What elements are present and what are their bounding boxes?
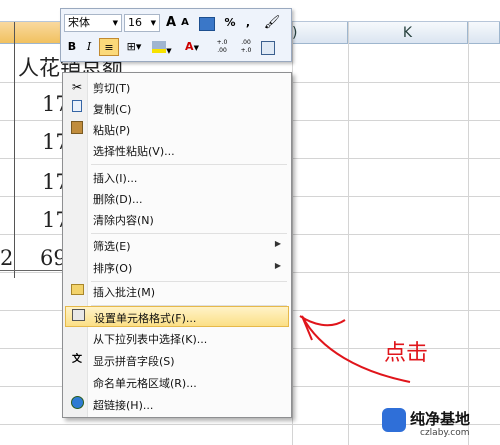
menu-item-paste-special[interactable]: 选择性粘贴(V)...: [65, 140, 289, 161]
column-header-l[interactable]: [468, 22, 500, 44]
menu-item-insert[interactable]: 插入(I)...: [65, 167, 289, 188]
menu-item-format-cells[interactable]: 设置单元格格式(F)...: [65, 306, 289, 327]
menu-item-label: 排序(O): [93, 262, 133, 275]
italic-button[interactable]: I: [82, 38, 96, 56]
comma-button[interactable]: ,: [241, 14, 255, 32]
fill-color-icon: [152, 41, 167, 53]
chevron-down-icon: ▼: [112, 19, 118, 27]
menu-item-pick-from-list[interactable]: 从下拉列表中选择(K)...: [65, 328, 289, 349]
mini-toolbar: 宋体 ▼ 16 ▼ A A % , 🖌 B I ≡ ⊞▾ ▼ A▼ +.0 .00 …: [60, 8, 292, 62]
menu-item-label: 清除内容(N): [93, 214, 154, 227]
font-name-select[interactable]: 宋体 ▼: [64, 14, 122, 32]
chevron-down-icon: ▼: [193, 44, 199, 52]
merge-center-icon: [261, 41, 275, 55]
context-menu: ✂ 剪切(T) 复制(C) 粘贴(P) 选择性粘贴(V)... 插入(I)...…: [62, 72, 292, 418]
menu-item-hyperlink[interactable]: 超链接(H)...: [65, 394, 289, 415]
format-painter-button[interactable]: 🖌: [261, 14, 283, 32]
font-color-button[interactable]: A▼: [179, 38, 205, 56]
submenu-arrow-icon: ▶: [274, 261, 281, 270]
column-header-k[interactable]: K: [348, 22, 468, 44]
merge-cells-button[interactable]: [259, 38, 277, 56]
decrease-decimal-button[interactable]: .00 +.0: [235, 38, 257, 57]
menu-item-insert-comment[interactable]: 插入批注(M): [65, 281, 289, 302]
borders-button[interactable]: ⊞▾: [123, 38, 145, 56]
menu-item-cut[interactable]: ✂ 剪切(T): [65, 77, 289, 98]
bold-button[interactable]: B: [64, 38, 80, 56]
font-size-value: 16: [128, 16, 142, 29]
watermark-logo: [382, 408, 406, 432]
comment-icon: [69, 283, 85, 299]
menu-item-label: 设置单元格格式(F)...: [94, 312, 197, 325]
menu-item-paste[interactable]: 粘贴(P): [65, 119, 289, 140]
menu-item-label: 粘贴(P): [93, 124, 131, 137]
menu-item-label: 删除(D)...: [93, 193, 143, 206]
menu-separator: [91, 164, 287, 165]
menu-item-sort[interactable]: 排序(O) ▶: [65, 257, 289, 278]
menu-item-label: 复制(C): [93, 103, 132, 116]
menu-item-label: 插入批注(M): [93, 286, 156, 299]
menu-item-label: 从下拉列表中选择(K)...: [93, 333, 208, 346]
menu-item-clear-contents[interactable]: 清除内容(N): [65, 209, 289, 230]
column-header-selected[interactable]: [0, 22, 62, 44]
chevron-down-icon: ▼: [166, 47, 172, 55]
italic-icon: I: [86, 40, 92, 53]
shrink-font-button[interactable]: A: [179, 14, 191, 32]
increase-decimal-button[interactable]: +.0 .00: [211, 38, 233, 57]
menu-item-label: 插入(I)...: [93, 172, 138, 185]
format-painter-style-button[interactable]: [195, 14, 219, 32]
percent-icon: %: [224, 16, 236, 29]
shrink-font-icon: A: [181, 17, 189, 28]
increase-decimal-icon: +.0 .00: [216, 39, 228, 54]
align-center-button[interactable]: ≡: [99, 38, 119, 56]
submenu-arrow-icon: ▶: [274, 239, 281, 248]
grow-font-icon: A: [165, 15, 177, 30]
watermark-url: czlaby.com: [420, 428, 470, 438]
percent-button[interactable]: %: [223, 14, 237, 32]
menu-separator: [91, 233, 287, 234]
menu-item-copy[interactable]: 复制(C): [65, 98, 289, 119]
menu-item-label: 命名单元格区域(R)...: [93, 377, 197, 390]
annotation-text: 点击: [384, 341, 429, 366]
menu-item-phonetic[interactable]: 文 显示拼音字段(S): [65, 350, 289, 371]
scissors-icon: ✂: [71, 80, 83, 94]
menu-item-filter[interactable]: 筛选(E) ▶: [65, 235, 289, 256]
font-color-icon: A: [185, 40, 194, 53]
styles-icon: [199, 17, 215, 31]
row-value-fragment[interactable]: 2: [0, 246, 13, 270]
format-cells-icon: [70, 309, 86, 325]
menu-item-label: 选择性粘贴(V)...: [93, 145, 175, 158]
copy-icon: [69, 100, 85, 116]
paintbrush-icon: 🖌: [263, 15, 281, 30]
phonetic-icon: 文: [72, 354, 82, 365]
fill-color-button[interactable]: ▼: [149, 38, 175, 56]
chevron-down-icon: ▼: [150, 19, 156, 27]
menu-item-label: 剪切(T): [93, 82, 131, 95]
hyperlink-icon: [69, 396, 85, 412]
borders-icon: ⊞▾: [126, 40, 142, 53]
column-header-k-label: K: [402, 25, 413, 41]
menu-item-delete[interactable]: 删除(D)...: [65, 188, 289, 209]
menu-item-define-name[interactable]: 命名单元格区域(R)...: [65, 372, 289, 393]
decrease-decimal-icon: .00 +.0: [240, 39, 252, 54]
menu-item-label: 超链接(H)...: [93, 399, 154, 412]
watermark-title: 纯净基地: [410, 410, 471, 428]
font-name-value: 宋体: [68, 16, 90, 29]
font-size-select[interactable]: 16 ▼: [124, 14, 160, 32]
bold-icon: B: [67, 40, 77, 53]
paste-icon: [69, 121, 85, 137]
align-center-icon: ≡: [104, 41, 114, 54]
menu-item-label: 显示拼音字段(S): [93, 355, 175, 368]
column-header-j[interactable]: ): [292, 22, 348, 44]
grow-font-button[interactable]: A: [164, 14, 178, 32]
comma-icon: ,: [245, 16, 251, 29]
menu-item-label: 筛选(E): [93, 240, 131, 253]
